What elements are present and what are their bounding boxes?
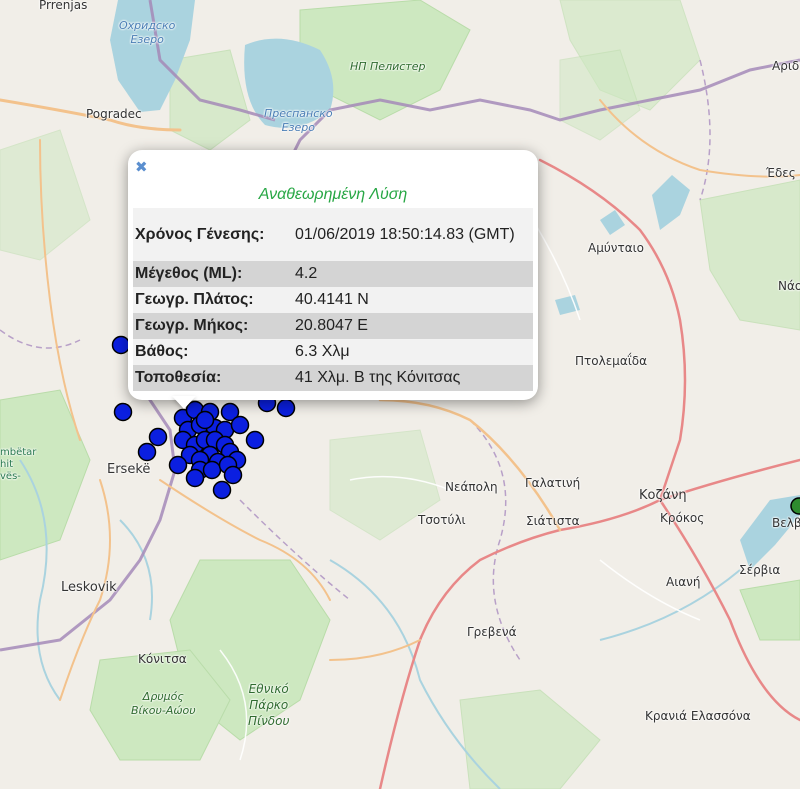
place-label-ptolemaida: Πτολεμαΐδα (575, 354, 648, 368)
event-marker[interactable] (223, 465, 243, 485)
location-value: 41 Χλμ. Β της Κόνιτσας (295, 369, 461, 386)
event-marker[interactable] (111, 335, 131, 355)
event-marker[interactable] (195, 410, 215, 430)
event-marker[interactable] (245, 430, 265, 450)
depth-value: 6.3 Χλμ (295, 343, 350, 360)
place-label-drymos-vikou-aoou: Δρυμός Βίκου-Αώου (131, 690, 196, 717)
place-label-pogradec: Pogradec (86, 107, 142, 121)
event-marker[interactable] (185, 468, 205, 488)
latitude-value: 40.4141 N (295, 291, 369, 308)
place-label-aiani: Αιανή (666, 575, 701, 589)
place-label-kozani: Κοζάνη (639, 488, 687, 503)
table-row: Βάθος: 6.3 Χλμ (133, 339, 533, 365)
place-label-edes: Έδες (766, 166, 796, 180)
table-row: Γεωγρ. Πλάτος: 40.4141 N (133, 287, 533, 313)
place-label-arid: Αριδ (772, 59, 800, 73)
place-label-erseke: Ersekë (107, 462, 151, 477)
place-label-galatini: Γαλατινή (525, 476, 581, 490)
place-label-leskovik: Leskovik (61, 580, 117, 595)
latitude-label: Γεωγρ. Πλάτος: (135, 291, 254, 308)
origin-time-label: Χρόνος Γένεσης: (135, 225, 265, 243)
place-label-naou: Νάο (778, 279, 800, 293)
place-label-siatista: Σιάτιστα (526, 514, 580, 528)
table-row: Μέγεθος (ML): 4.2 (133, 261, 533, 287)
place-label-pindos-park: Εθνικό Πάρκο Πίνδου (248, 682, 290, 728)
place-label-prespa-lake: Преспанско Езеро (264, 107, 333, 134)
earthquake-details-table: Χρόνος Γένεσης: 01/06/2019 18:50:14.83 (… (133, 208, 533, 391)
place-label-krokos: Κρόκος (660, 511, 705, 525)
event-marker[interactable] (137, 442, 157, 462)
place-label-ohrid-lake: Охридско Езеро (119, 19, 176, 46)
magnitude-label: Μέγεθος (ML): (135, 265, 243, 282)
event-marker[interactable] (148, 427, 168, 447)
table-row: Χρόνος Γένεσης: 01/06/2019 18:50:14.83 (… (133, 208, 533, 261)
table-row: Τοποθεσία: 41 Χλμ. Β της Κόνιτσας (133, 365, 533, 391)
popup-tip (172, 396, 196, 409)
place-label-konitsa: Κόνιτσα (138, 652, 187, 666)
close-icon[interactable]: ✖ (135, 158, 148, 176)
location-label: Τοποθεσία: (135, 369, 222, 386)
event-marker[interactable] (168, 455, 188, 475)
event-marker[interactable] (202, 460, 222, 480)
event-marker[interactable] (230, 415, 250, 435)
place-label-np-pelister: НП Пелистер (350, 60, 426, 73)
place-label-kranea: Κρανιά Ελασσόνα (645, 709, 751, 723)
place-label-amyntaio: Αμύνταιο (588, 241, 645, 255)
place-label-servia: Σέρβια (739, 563, 781, 577)
event-marker-green[interactable] (790, 497, 800, 515)
magnitude-value: 4.2 (295, 265, 318, 282)
place-label-grevena: Γρεβενά (467, 625, 517, 639)
event-marker[interactable] (276, 398, 296, 418)
place-label-neapoli: Νεάπολη (445, 480, 498, 494)
event-marker[interactable] (113, 402, 133, 422)
longitude-value: 20.8047 E (295, 317, 368, 334)
depth-label: Βάθος: (135, 343, 189, 360)
place-label-velvento: Βελβ (772, 516, 800, 530)
origin-time-value: 01/06/2019 18:50:14.83 (GMT) (295, 225, 515, 243)
place-label-prrenjas: Prrenjas (39, 0, 88, 12)
table-row: Γεωγρ. Μήκος: 20.8047 E (133, 313, 533, 339)
longitude-label: Γεωγρ. Μήκος: (135, 317, 249, 334)
event-marker[interactable] (212, 480, 232, 500)
place-label-tsotyli: Τσοτύλι (418, 513, 466, 527)
place-label-mbetar: mbëtar hit vës- (0, 447, 37, 482)
popup-title: Αναθεωρημένη Λύση (258, 186, 408, 203)
